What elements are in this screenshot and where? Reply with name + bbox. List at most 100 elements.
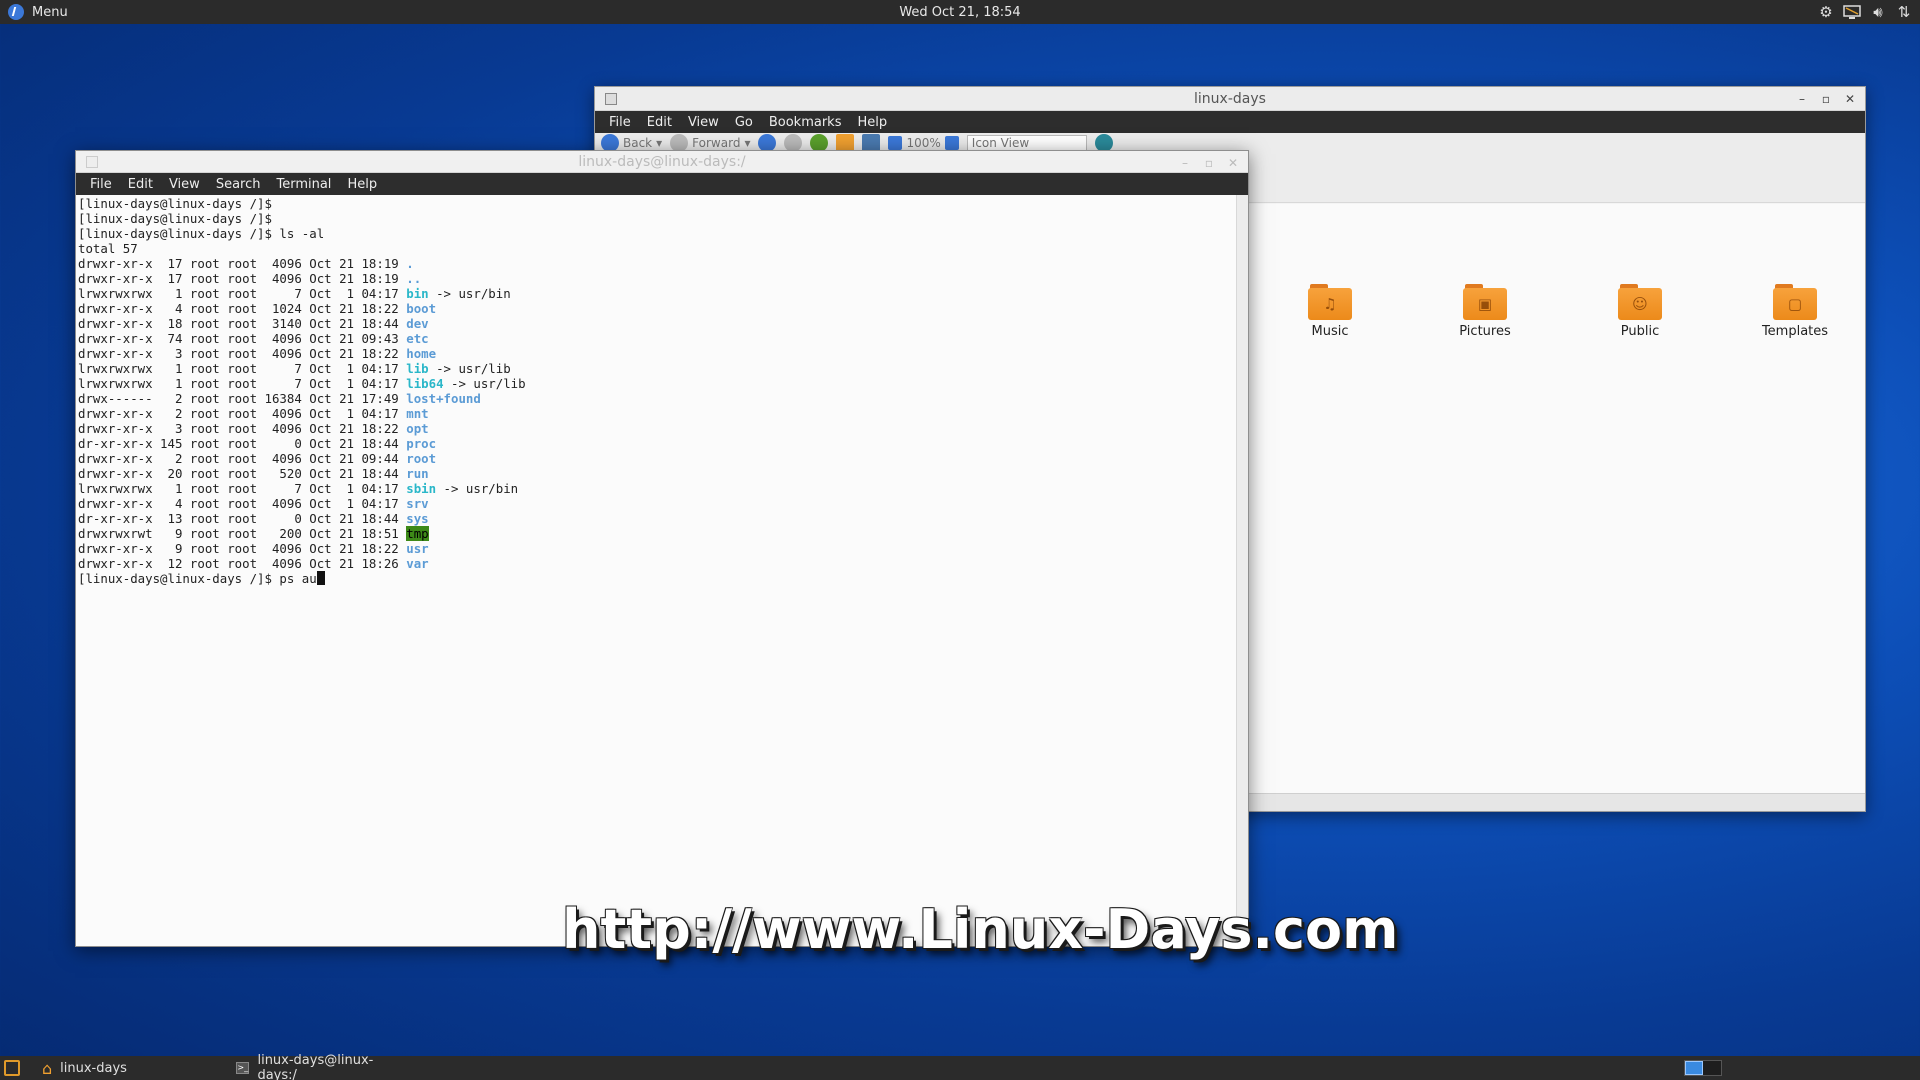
menu-help[interactable]: Help: [339, 177, 385, 192]
workspace-2[interactable]: [1703, 1061, 1721, 1075]
task-label: linux-days: [60, 1060, 127, 1076]
terminal-line: lrwxrwxrwx 1 root root 7 Oct 1 04:17 lib…: [78, 361, 511, 376]
menu-help[interactable]: Help: [849, 115, 895, 130]
file-entry-name: srv: [406, 496, 429, 511]
pictures-folder-icon: ▣: [1463, 284, 1507, 320]
templates-folder-icon: ▢: [1773, 284, 1817, 320]
view-mode-value: Icon View: [971, 136, 1030, 150]
file-entry-name: opt: [406, 421, 429, 436]
file-manager-title: linux-days: [1194, 90, 1266, 107]
menu-logo-icon: [8, 4, 24, 20]
file-manager-titlebar[interactable]: linux-days – ▫ ✕: [595, 87, 1865, 111]
volume-icon[interactable]: 🔊︎: [1868, 2, 1888, 22]
menu-bookmarks[interactable]: Bookmarks: [761, 115, 850, 130]
folder-label: Templates: [1761, 324, 1829, 339]
minimize-button[interactable]: –: [1178, 156, 1192, 170]
window-menu-icon[interactable]: [605, 92, 617, 105]
file-entry-name: lib: [406, 361, 429, 376]
terminal-window: linux-days@linux-days:/ – ▫ ✕ File Edit …: [75, 150, 1249, 947]
clock[interactable]: Wed Oct 21, 18:54: [0, 5, 1920, 20]
folder-pictures[interactable]: ▣ Pictures: [1430, 284, 1540, 339]
show-desktop-icon[interactable]: [4, 1060, 20, 1076]
terminal-line: drwxr-xr-x 20 root root 520 Oct 21 18:44…: [78, 466, 429, 481]
terminal-line: drwxr-xr-x 2 root root 4096 Oct 1 04:17 …: [78, 406, 429, 421]
menu-edit[interactable]: Edit: [120, 177, 161, 192]
terminal-line: drwxr-xr-x 4 root root 1024 Oct 21 18:22…: [78, 301, 437, 316]
terminal-line: [linux-days@linux-days /]$: [78, 196, 272, 211]
file-entry-name: lib64: [406, 376, 444, 391]
file-entry-name: bin: [406, 286, 429, 301]
menu-file[interactable]: File: [82, 177, 120, 192]
workspace-switcher[interactable]: [1684, 1060, 1722, 1076]
menu-file[interactable]: File: [601, 115, 639, 130]
menu-edit[interactable]: Edit: [639, 115, 680, 130]
folder-music[interactable]: ♫ Music: [1275, 284, 1385, 339]
terminal-line: drwxr-xr-x 12 root root 4096 Oct 21 18:2…: [78, 556, 429, 571]
terminal-line: drwxr-xr-x 74 root root 4096 Oct 21 09:4…: [78, 331, 429, 346]
zoom-control[interactable]: 100%: [888, 136, 959, 150]
terminal-output[interactable]: [linux-days@linux-days /]$ [linux-days@li…: [76, 195, 1236, 946]
file-entry-name: mnt: [406, 406, 429, 421]
file-entry-name: home: [406, 346, 437, 361]
display-icon[interactable]: [1842, 2, 1862, 22]
task-terminal[interactable]: >_ linux-days@linux-days:/: [226, 1053, 416, 1080]
window-menu-icon[interactable]: [86, 155, 98, 168]
terminal-line: dr-xr-xr-x 13 root root 0 Oct 21 18:44 s…: [78, 511, 429, 526]
terminal-line: drwxr-xr-x 17 root root 4096 Oct 21 18:1…: [78, 271, 422, 286]
terminal-title: linux-days@linux-days:/: [578, 153, 746, 170]
settings-icon[interactable]: ⚙: [1816, 2, 1836, 22]
folder-label: Public: [1620, 324, 1660, 339]
taskbar: ⌂ linux-days >_ linux-days@linux-days:/: [0, 1053, 1920, 1080]
terminal-titlebar[interactable]: linux-days@linux-days:/ – ▫ ✕: [76, 151, 1248, 173]
back-label: Back: [623, 136, 653, 150]
terminal-line: drwx------ 2 root root 16384 Oct 21 17:4…: [78, 391, 481, 406]
minimize-button[interactable]: –: [1795, 92, 1809, 106]
home-folder-icon: ⌂: [42, 1058, 53, 1078]
terminal-line: [linux-days@linux-days /]$ ls -al: [78, 226, 325, 241]
file-entry-name: boot: [406, 301, 437, 316]
terminal-line: total 57: [78, 241, 138, 256]
terminal-line: drwxr-xr-x 4 root root 4096 Oct 1 04:17 …: [78, 496, 429, 511]
maximize-button[interactable]: ▫: [1202, 156, 1216, 170]
file-entry-name: usr: [406, 541, 429, 556]
menu-search[interactable]: Search: [208, 177, 269, 192]
terminal-input-line[interactable]: [linux-days@linux-days /]$ ps au: [78, 571, 1234, 586]
close-button[interactable]: ✕: [1226, 156, 1240, 170]
forward-dropdown-icon[interactable]: ▾: [744, 136, 750, 150]
menu-terminal[interactable]: Terminal: [268, 177, 339, 192]
zoom-out-icon[interactable]: [888, 136, 903, 150]
menu-view[interactable]: View: [680, 115, 727, 130]
folder-label: Pictures: [1459, 324, 1511, 339]
menu-button[interactable]: Menu: [0, 0, 76, 24]
terminal-line: drwxr-xr-x 17 root root 4096 Oct 21 18:1…: [78, 256, 414, 271]
terminal-line: drwxr-xr-x 2 root root 4096 Oct 21 09:44…: [78, 451, 437, 466]
text-cursor: [316, 571, 325, 585]
file-entry-name: proc: [406, 436, 437, 451]
terminal-icon: >_: [236, 1062, 250, 1074]
file-entry-name: root: [406, 451, 437, 466]
music-folder-icon: ♫: [1308, 284, 1352, 320]
file-entry-name: lost+found: [406, 391, 481, 406]
terminal-line: lrwxrwxrwx 1 root root 7 Oct 1 04:17 bin…: [78, 286, 511, 301]
file-entry-name: tmp: [406, 526, 429, 541]
folder-templates[interactable]: ▢ Templates: [1740, 284, 1850, 339]
network-icon[interactable]: ⇅: [1894, 2, 1914, 22]
back-dropdown-icon[interactable]: ▾: [656, 136, 662, 150]
terminal-line: drwxr-xr-x 18 root root 3140 Oct 21 18:4…: [78, 316, 429, 331]
zoom-in-icon[interactable]: [944, 136, 959, 150]
menu-go[interactable]: Go: [727, 115, 761, 130]
terminal-menubar: File Edit View Search Terminal Help: [76, 173, 1248, 195]
folder-public[interactable]: ☺ Public: [1585, 284, 1695, 339]
view-mode-select[interactable]: Icon View: [966, 135, 1087, 151]
terminal-scrollbar[interactable]: [1236, 195, 1248, 946]
zoom-level: 100%: [906, 136, 941, 150]
workspace-1[interactable]: [1685, 1061, 1703, 1075]
file-entry-name: dev: [406, 316, 429, 331]
watermark: http://www.Linux-Days.com: [562, 898, 1399, 961]
maximize-button[interactable]: ▫: [1819, 92, 1833, 106]
task-file-manager[interactable]: ⌂ linux-days: [32, 1056, 222, 1080]
close-button[interactable]: ✕: [1843, 92, 1857, 106]
menu-view[interactable]: View: [161, 177, 208, 192]
forward-label: Forward: [692, 136, 741, 150]
folder-label: Music: [1311, 324, 1349, 339]
